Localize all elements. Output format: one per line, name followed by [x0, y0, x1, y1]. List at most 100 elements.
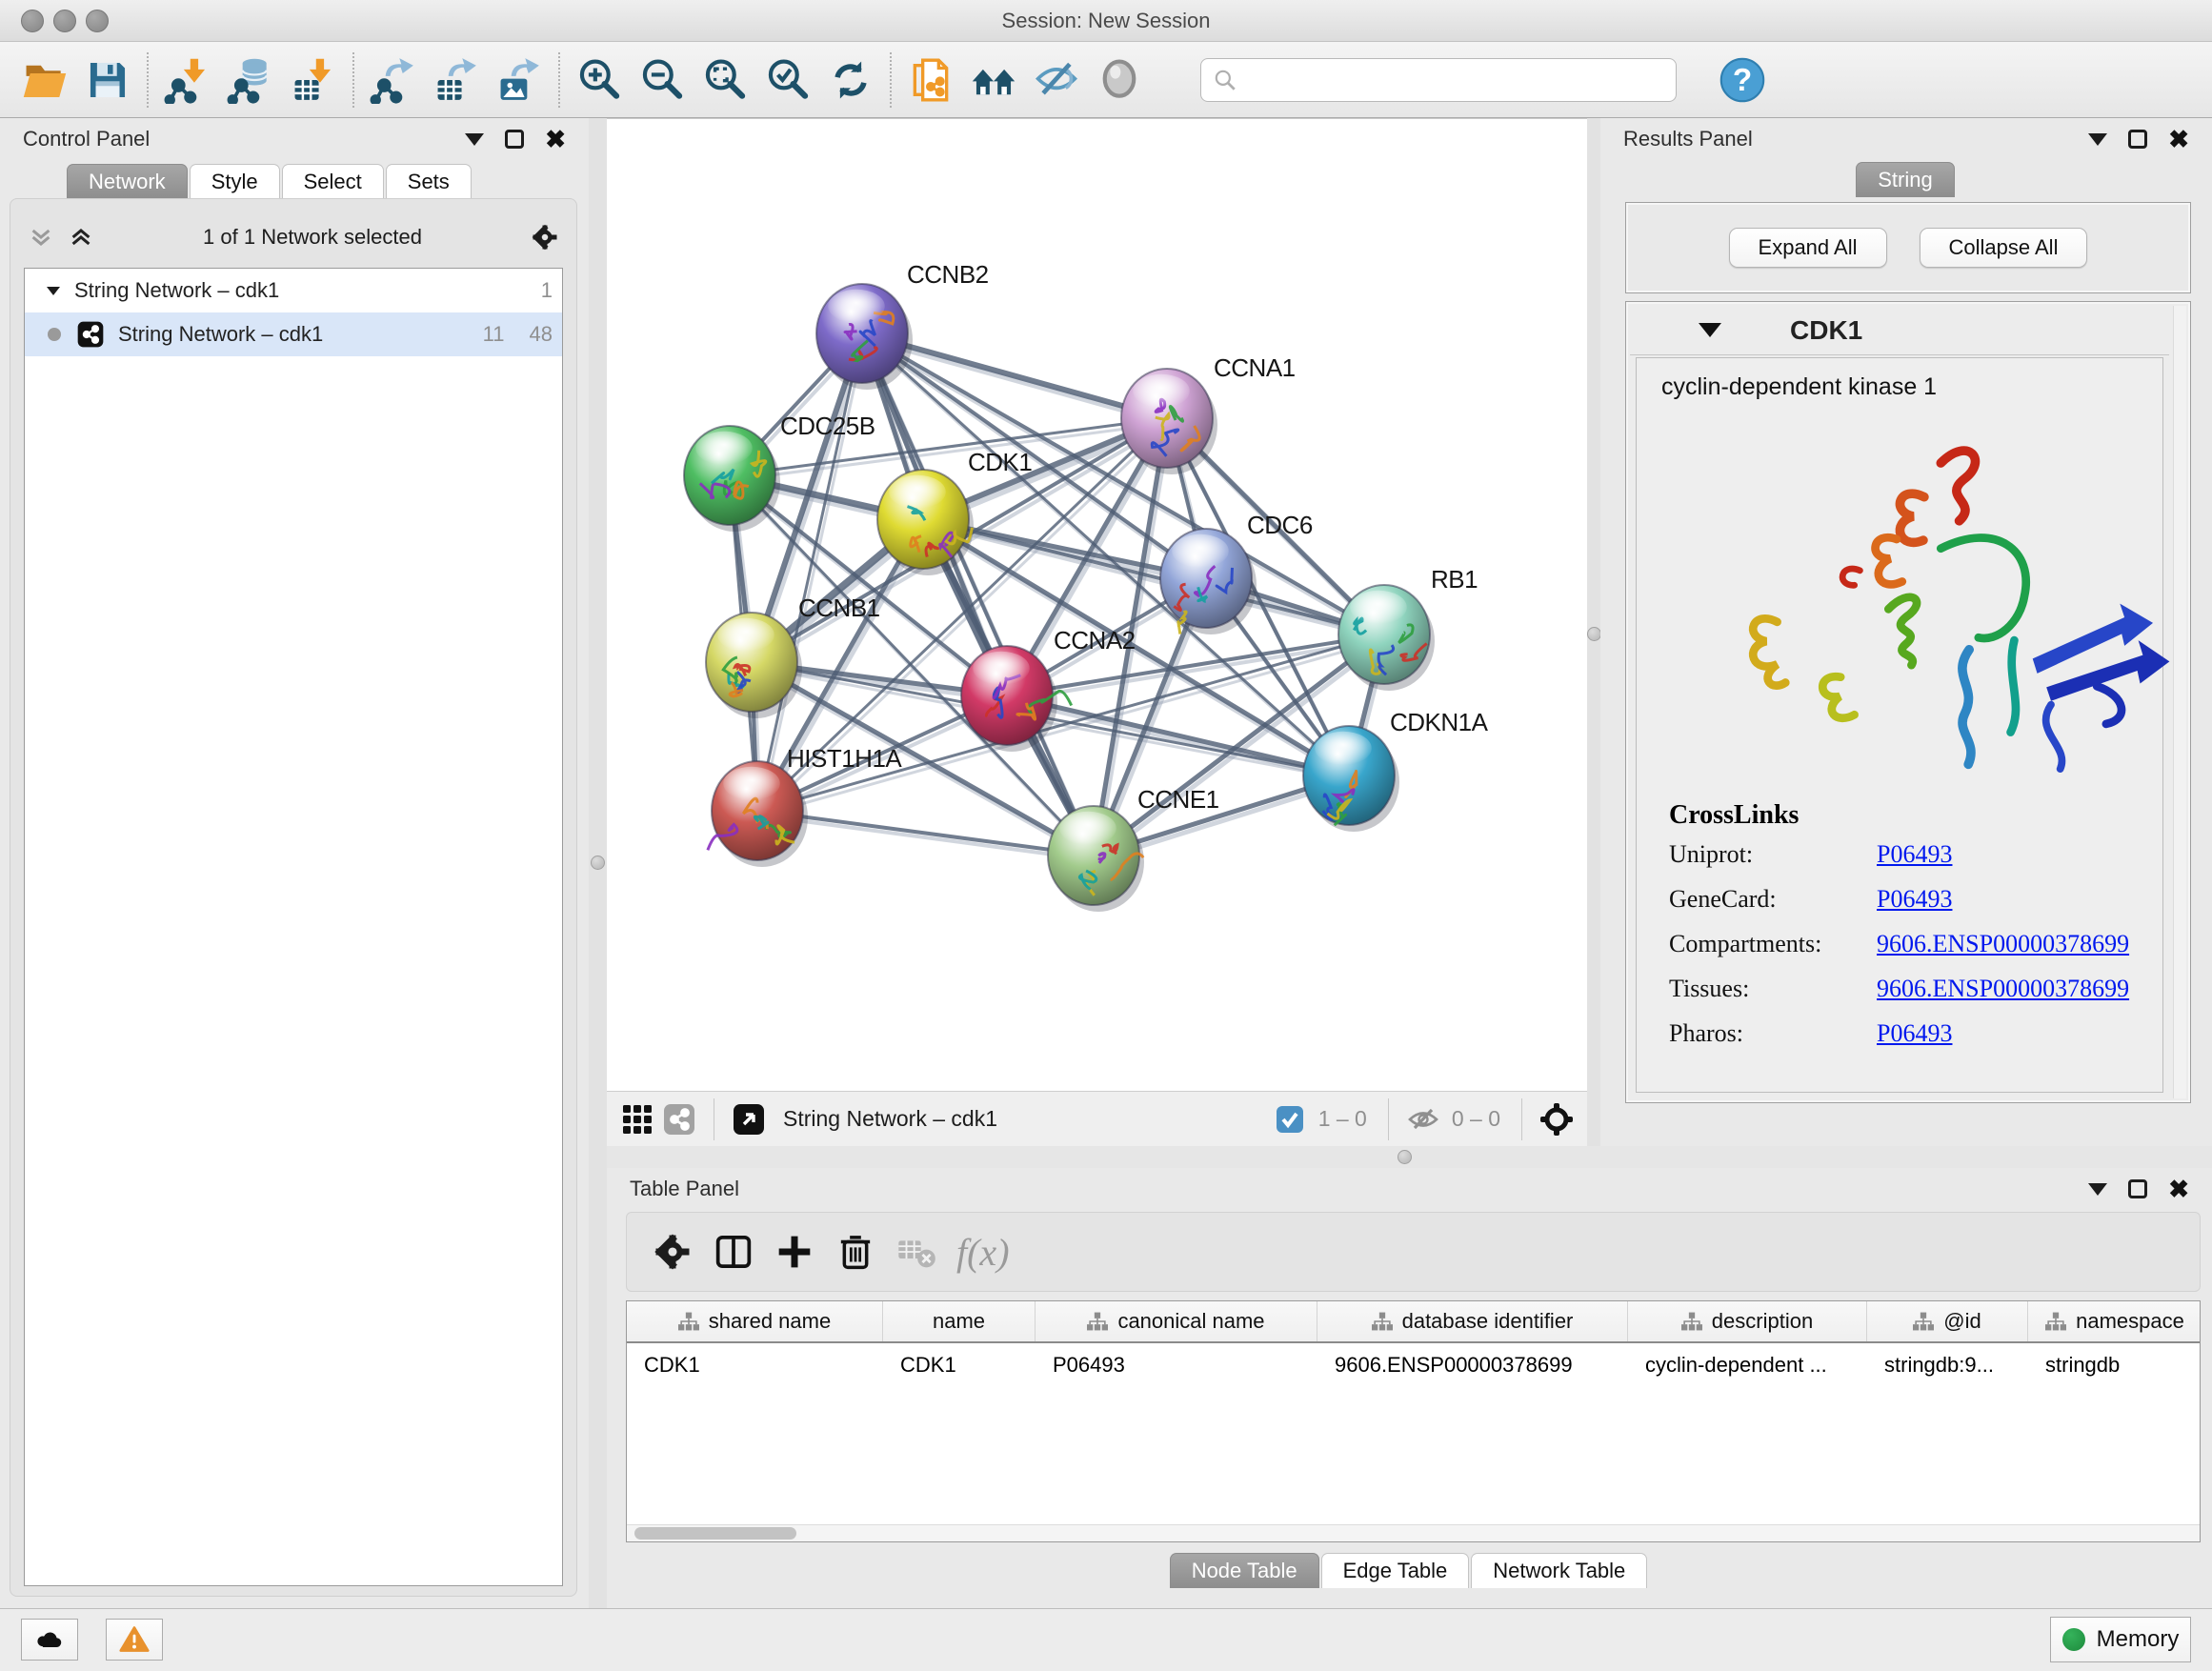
- home-button[interactable]: [962, 50, 1025, 111]
- vertical-splitter-left[interactable]: [589, 118, 607, 1608]
- node-CDC25B[interactable]: [684, 426, 780, 532]
- zoom-in-button[interactable]: [568, 50, 631, 111]
- column-header-shared-name[interactable]: shared name: [627, 1301, 883, 1341]
- tree-expanded-icon[interactable]: [44, 281, 63, 300]
- node-CCNE1[interactable]: [1048, 806, 1144, 912]
- close-panel-icon[interactable]: ✖: [2168, 1177, 2189, 1201]
- network-share-view-button[interactable]: [658, 1098, 700, 1140]
- open-session-button[interactable]: [13, 50, 76, 111]
- table-cell[interactable]: stringdb: [2028, 1353, 2201, 1378]
- memory-button[interactable]: Memory: [2050, 1617, 2191, 1662]
- save-session-button[interactable]: [76, 50, 139, 111]
- hidden-eye-icon[interactable]: [1402, 1098, 1444, 1140]
- network-options-gear-icon[interactable]: [531, 223, 559, 252]
- delete-column-button[interactable]: [825, 1223, 886, 1280]
- splitter-handle[interactable]: [591, 856, 605, 870]
- network-tree: String Network – cdk1 1 String Network –…: [24, 268, 563, 1586]
- share-network-document-button[interactable]: [899, 50, 962, 111]
- section-expanded-icon[interactable]: [1699, 323, 1721, 337]
- tab-sets[interactable]: Sets: [386, 164, 472, 199]
- share-document-icon: [907, 56, 955, 104]
- table-horizontal-scrollbar[interactable]: [627, 1524, 2200, 1541]
- splitter-handle[interactable]: [1587, 627, 1601, 641]
- zoom-selected-button[interactable]: [756, 50, 819, 111]
- table-cell[interactable]: CDK1: [883, 1353, 1036, 1378]
- export-table-button[interactable]: [425, 50, 488, 111]
- column-header-namespace[interactable]: namespace: [2028, 1301, 2201, 1341]
- navigator-crosshair-icon[interactable]: [1536, 1098, 1578, 1140]
- import-network-from-database-button[interactable]: [219, 50, 282, 111]
- close-panel-icon[interactable]: ✖: [545, 127, 566, 151]
- expand-all-icon[interactable]: [68, 224, 94, 251]
- tab-network[interactable]: Network: [67, 164, 188, 199]
- import-table-from-file-button[interactable]: [282, 50, 345, 111]
- table-row[interactable]: CDK1CDK1P064939606.ENSP00000378699cyclin…: [627, 1343, 2200, 1387]
- column-header-name[interactable]: name: [883, 1301, 1036, 1341]
- collapse-panel-icon[interactable]: [2088, 133, 2107, 146]
- tab-network-table[interactable]: Network Table: [1471, 1553, 1647, 1588]
- expand-all-button[interactable]: Expand All: [1729, 228, 1887, 268]
- collapse-panel-icon[interactable]: [465, 133, 484, 146]
- table-cell[interactable]: P06493: [1036, 1353, 1317, 1378]
- detach-view-button[interactable]: [728, 1098, 770, 1140]
- table-cell[interactable]: CDK1: [627, 1353, 883, 1378]
- tab-string[interactable]: String: [1856, 162, 1954, 197]
- protein-section-header[interactable]: CDK1: [1630, 306, 2169, 355]
- table-cell[interactable]: 9606.ENSP00000378699: [1317, 1353, 1628, 1378]
- warnings-button[interactable]: [106, 1619, 163, 1661]
- search-field[interactable]: [1200, 58, 1677, 102]
- float-panel-icon[interactable]: [2128, 130, 2147, 149]
- network-canvas[interactable]: CCNB2CCNA1CDC25BCDK1CDC6RB1CCNB1CCNA2CDK…: [607, 119, 1587, 1092]
- tab-select[interactable]: Select: [282, 164, 384, 199]
- tab-edge-table[interactable]: Edge Table: [1321, 1553, 1470, 1588]
- float-panel-icon[interactable]: [505, 130, 524, 149]
- vertical-splitter-right[interactable]: [1587, 118, 1600, 1146]
- zoom-out-button[interactable]: [631, 50, 694, 111]
- crosslink-link[interactable]: P06493: [1877, 840, 1952, 869]
- export-image-button[interactable]: [488, 50, 551, 111]
- float-panel-icon[interactable]: [2128, 1179, 2147, 1198]
- column-header-canonical-name[interactable]: canonical name: [1036, 1301, 1317, 1341]
- splitter-handle[interactable]: [1398, 1150, 1412, 1164]
- crosslink-link[interactable]: P06493: [1877, 885, 1952, 914]
- zoom-fit-button[interactable]: [694, 50, 756, 111]
- tab-style[interactable]: Style: [190, 164, 280, 199]
- close-panel-icon[interactable]: ✖: [2168, 127, 2189, 151]
- search-input[interactable]: [1237, 61, 1664, 99]
- results-scrollbar[interactable]: [2173, 306, 2186, 1098]
- column-header-database-identifier[interactable]: database identifier: [1317, 1301, 1628, 1341]
- create-column-button[interactable]: [764, 1223, 825, 1280]
- table-cell[interactable]: stringdb:9...: [1867, 1353, 2028, 1378]
- refresh-button[interactable]: [819, 50, 882, 111]
- tab-node-table[interactable]: Node Table: [1170, 1553, 1319, 1588]
- column-header-description[interactable]: description: [1628, 1301, 1867, 1341]
- node-RB1[interactable]: [1338, 585, 1435, 691]
- table-options-button[interactable]: [642, 1223, 703, 1280]
- collapse-all-button[interactable]: Collapse All: [1920, 228, 2088, 268]
- show-all-button[interactable]: [1088, 50, 1151, 111]
- selected-checkbox-icon[interactable]: [1269, 1098, 1311, 1140]
- show-networks-grid-button[interactable]: [616, 1098, 658, 1140]
- show-columns-button[interactable]: [703, 1223, 764, 1280]
- crosslink-link[interactable]: 9606.ENSP00000378699: [1877, 930, 2129, 958]
- network-row[interactable]: String Network – cdk1 11 48: [25, 312, 562, 356]
- node-CDKN1A[interactable]: [1303, 726, 1399, 832]
- column-header-@id[interactable]: @id: [1867, 1301, 2028, 1341]
- cloud-status-button[interactable]: [21, 1619, 78, 1661]
- help-button[interactable]: ?: [1711, 50, 1774, 111]
- delete-table-button[interactable]: [886, 1223, 947, 1280]
- hide-selected-button[interactable]: [1025, 50, 1088, 111]
- crosslink-link[interactable]: P06493: [1877, 1019, 1952, 1048]
- horizontal-splitter[interactable]: [607, 1146, 2212, 1168]
- node-CCNA1[interactable]: [1121, 369, 1217, 474]
- crosslink-link[interactable]: 9606.ENSP00000378699: [1877, 975, 2129, 1003]
- collapse-all-icon[interactable]: [28, 224, 54, 251]
- import-network-from-file-button[interactable]: [156, 50, 219, 111]
- network-collection-row[interactable]: String Network – cdk1 1: [25, 269, 562, 312]
- scrollbar-thumb[interactable]: [634, 1527, 796, 1540]
- node-CDK1[interactable]: [877, 470, 974, 575]
- function-builder-button[interactable]: f(x): [956, 1230, 1010, 1275]
- export-network-button[interactable]: [362, 50, 425, 111]
- collapse-panel-icon[interactable]: [2088, 1183, 2107, 1196]
- table-cell[interactable]: cyclin-dependent ...: [1628, 1353, 1867, 1378]
